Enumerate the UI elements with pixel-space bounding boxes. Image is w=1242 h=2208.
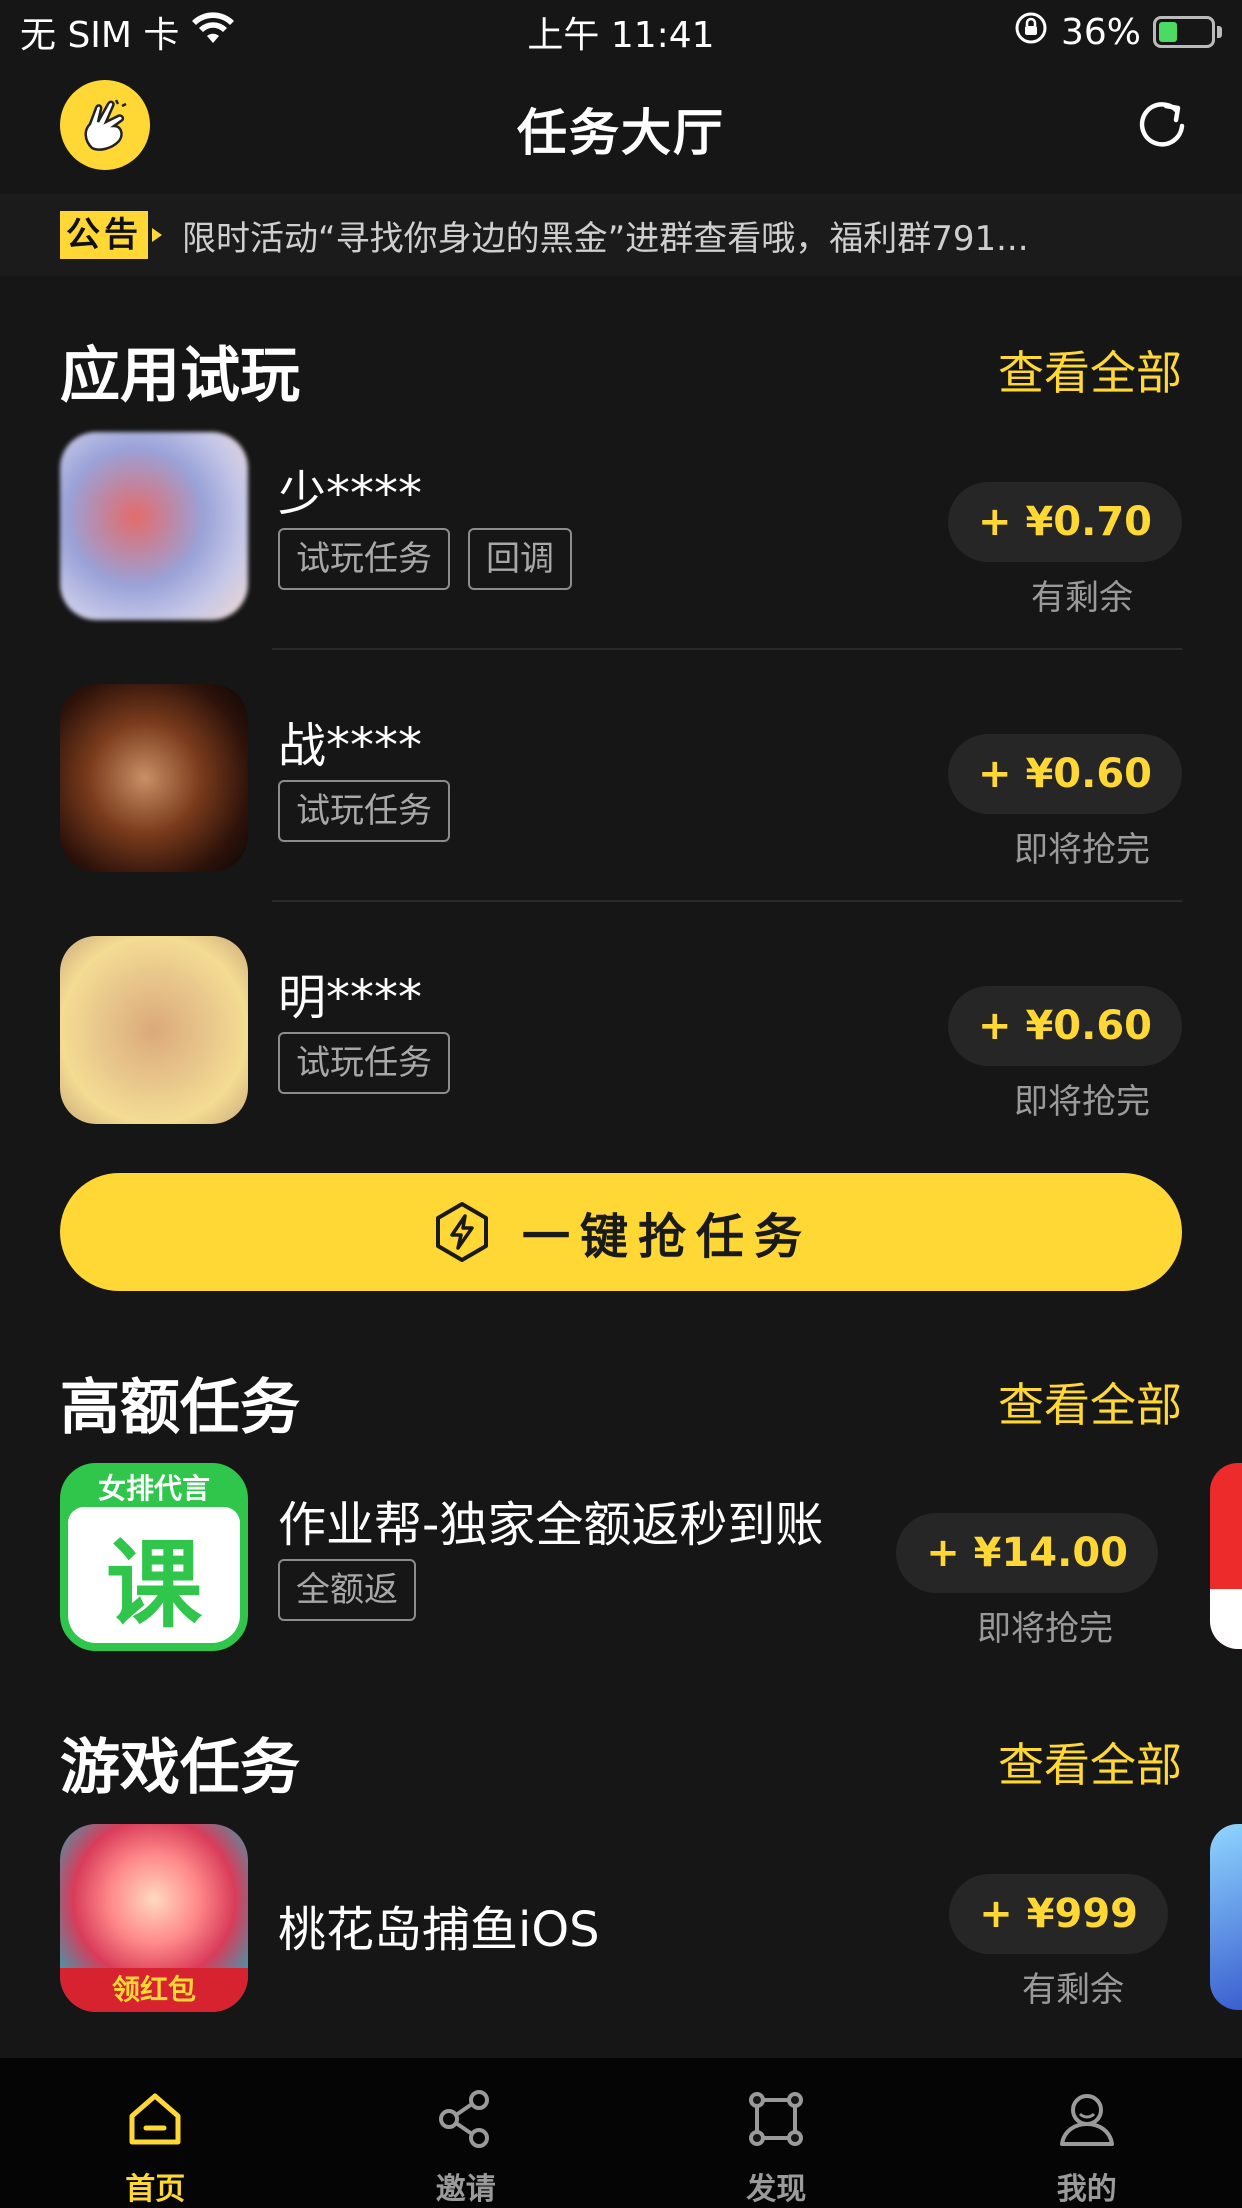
task-row[interactable]: 明**** 试玩任务 + ¥0.60 即将抢完 [60, 936, 1242, 1126]
announcement-text: 限时活动“寻找你身边的黑金”进群查看哦，福利群791... [182, 218, 1029, 259]
view-all-link[interactable]: 查看全部 [998, 1369, 1182, 1435]
tab-label: 首页 [125, 2172, 186, 2207]
app-name: 作业帮-独家全额返秒到账 [278, 1497, 824, 1553]
tab-profile[interactable]: 我的 [932, 2058, 1242, 2208]
lightning-icon [435, 1202, 488, 1262]
task-tag: 试玩任务 [278, 528, 450, 590]
task-tag: 回调 [468, 528, 572, 590]
app-name: 明**** [278, 970, 423, 1026]
grab-task-button[interactable]: 一键抢任务 [60, 1173, 1182, 1291]
divider [272, 648, 1182, 650]
icon-caption: 领红包 [60, 1968, 248, 2012]
app-icon [60, 936, 248, 1124]
reward-price: + ¥0.60 [948, 734, 1182, 814]
availability-status: 即将抢完 [1014, 830, 1150, 870]
tab-label: 发现 [746, 2172, 807, 2207]
icon-caption: 女排代言 [97, 1472, 210, 1505]
share-icon [438, 2090, 489, 2148]
availability-status: 即将抢完 [977, 1609, 1113, 1649]
home-icon [129, 2093, 181, 2145]
grab-task-label: 一键抢任务 [521, 1209, 812, 1265]
tab-label: 我的 [1056, 2172, 1117, 2207]
tab-label: 邀请 [435, 2172, 496, 2207]
game-section-header: 游戏任务 查看全部 [60, 1722, 1182, 1803]
page-title: 任务大厅 [517, 104, 725, 162]
app-icon: 女排代言 课 [60, 1463, 248, 1651]
reward-price: + ¥999 [949, 1874, 1168, 1954]
availability-status: 即将抢完 [1014, 1082, 1150, 1122]
task-row[interactable]: 少**** 试玩任务 回调 + ¥0.70 有剩余 [60, 432, 1242, 622]
icon-character: 课 [68, 1507, 240, 1643]
trial-section-header: 应用试玩 查看全部 [60, 330, 1182, 411]
task-tag: 试玩任务 [278, 780, 450, 842]
avatar[interactable] [60, 80, 150, 170]
app-name: 少**** [278, 466, 423, 522]
divider [272, 900, 1182, 902]
reward-price: + ¥0.70 [948, 482, 1182, 562]
section-title: 高额任务 [60, 1372, 300, 1443]
tab-bar: 首页 邀请 发现 我的 [0, 2058, 1242, 2208]
tab-home[interactable]: 首页 [0, 2058, 311, 2208]
view-all-link[interactable]: 查看全部 [998, 337, 1182, 403]
task-row[interactable]: 领红包 桃花岛捕鱼iOS + ¥999 有剩余 [60, 1824, 1242, 2014]
view-all-link[interactable]: 查看全部 [998, 1729, 1182, 1795]
availability-status: 有剩余 [1022, 1970, 1124, 2010]
app-icon: 领红包 [60, 1824, 248, 2012]
app-icon [60, 432, 248, 620]
task-row[interactable]: 战**** 试玩任务 + ¥0.60 即将抢完 [60, 684, 1242, 874]
reward-price: + ¥0.60 [948, 986, 1182, 1066]
next-card-peek[interactable] [1210, 1824, 1242, 2010]
reward-price: + ¥14.00 [896, 1513, 1158, 1593]
next-card-peek[interactable] [1210, 1463, 1242, 1649]
task-row[interactable]: 女排代言 课 作业帮-独家全额返秒到账 全额返 + ¥14.00 即将抢完 [60, 1463, 1242, 1653]
battery-percent: 36% [1060, 11, 1141, 53]
discover-icon [749, 2092, 804, 2146]
profile-icon [1059, 2094, 1114, 2146]
status-bar: 无 SIM 卡 上午 11:41 36% [0, 0, 1242, 64]
availability-status: 有剩余 [1031, 578, 1133, 618]
hand-icon [84, 99, 127, 151]
battery-icon [1153, 16, 1222, 48]
tab-invite[interactable]: 邀请 [311, 2058, 622, 2208]
task-tag: 全额返 [278, 1559, 416, 1621]
refresh-button[interactable] [1132, 94, 1192, 154]
refresh-icon [1139, 102, 1185, 147]
carrier-label: 无 SIM 卡 [20, 15, 180, 56]
wifi-icon [191, 11, 235, 54]
announcement-badge: 公告 [60, 211, 162, 259]
announcement-bar[interactable]: 公告 限时活动“寻找你身边的黑金”进群查看哦，福利群791... [0, 194, 1242, 276]
header: 任务大厅 [0, 64, 1242, 194]
task-tag: 试玩任务 [278, 1032, 450, 1094]
app-name: 战**** [278, 718, 423, 774]
app-name: 桃花岛捕鱼iOS [278, 1902, 600, 1958]
section-title: 游戏任务 [60, 1732, 300, 1803]
section-title: 应用试玩 [60, 340, 300, 411]
high-section-header: 高额任务 查看全部 [60, 1362, 1182, 1443]
app-icon [60, 684, 248, 872]
rotation-lock-icon [1013, 10, 1049, 55]
tab-discover[interactable]: 发现 [621, 2058, 932, 2208]
